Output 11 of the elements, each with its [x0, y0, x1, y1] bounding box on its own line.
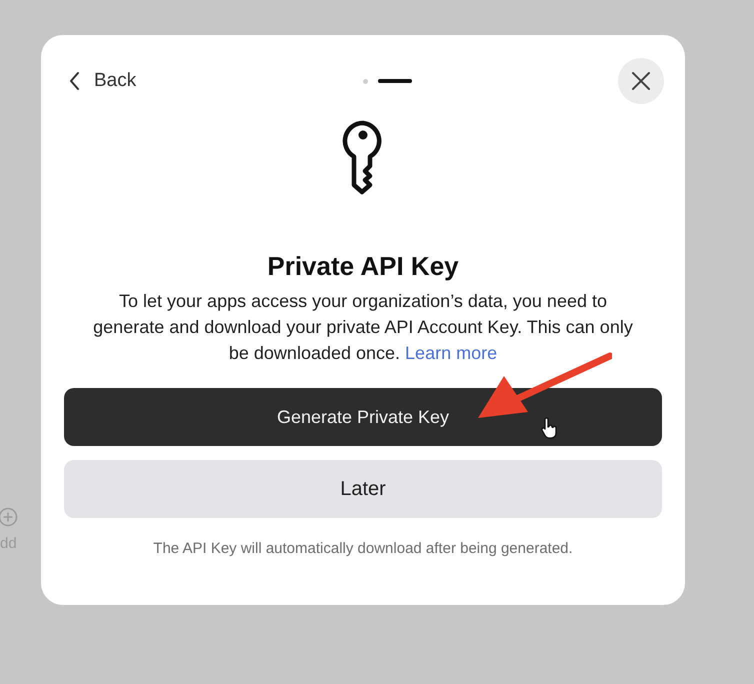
generate-key-button[interactable]: Generate Private Key — [64, 388, 662, 446]
chevron-left-icon — [69, 71, 80, 91]
footnote: The API Key will automatically download after being generated. — [153, 540, 573, 557]
learn-more-link[interactable]: Learn more — [405, 343, 498, 363]
hand-cursor-icon — [540, 417, 558, 439]
dialog-title: Private API Key — [267, 251, 459, 282]
close-button[interactable] — [618, 58, 664, 104]
back-button[interactable]: Back — [64, 70, 184, 92]
close-icon — [631, 71, 651, 91]
later-button[interactable]: Later — [64, 460, 662, 518]
description: To let your apps access your organization’s data, you need to generate and download your private API Account Key. This can only be downloaded once. Learn more — [92, 290, 634, 365]
